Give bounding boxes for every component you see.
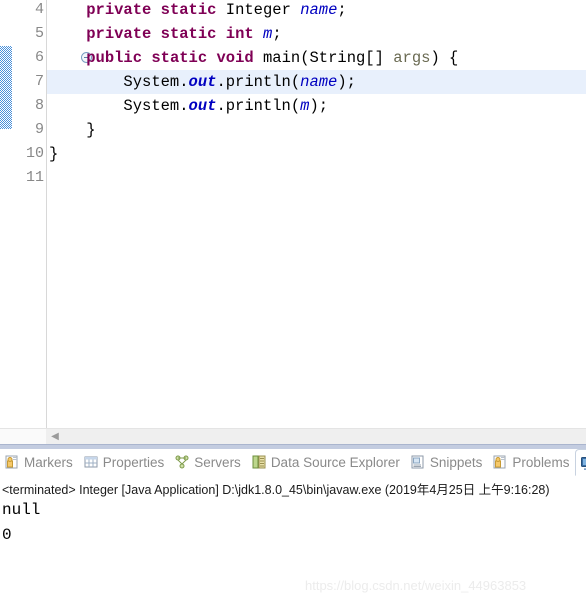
code-token: ); [337, 73, 356, 91]
tab-data-source-explorer[interactable]: Data Source Explorer [247, 449, 406, 476]
code-token: args [393, 49, 431, 67]
servers-icon [174, 452, 190, 469]
code-line[interactable] [47, 166, 586, 190]
scrollbar-corner [0, 429, 46, 445]
code-token: ; [337, 1, 347, 19]
code-line[interactable]: } [47, 118, 586, 142]
snippets-icon [410, 452, 426, 469]
line-number: 4 [34, 1, 44, 18]
code-token: m [263, 25, 273, 43]
code-token: name [300, 1, 338, 19]
console-icon [580, 453, 586, 470]
code-token: private [86, 1, 152, 19]
code-token: .println( [216, 73, 301, 91]
tab-co[interactable]: Co [575, 449, 586, 476]
code-token: ) { [430, 49, 459, 67]
code-token: Integer [216, 1, 301, 19]
tab-label: Snippets [429, 455, 483, 470]
editor-horizontal-scrollbar[interactable]: ◀ [0, 428, 586, 445]
code-token: ; [272, 25, 282, 43]
scrollbar-track[interactable] [46, 429, 586, 445]
code-token: } [49, 121, 96, 139]
tab-problems[interactable]: Problems [488, 449, 575, 476]
code-token: ); [309, 97, 329, 115]
line-number: 9 [34, 121, 44, 138]
console-output-text: null 0 [2, 501, 41, 544]
line-number: 11 [25, 169, 44, 186]
code-token: main(String[] [253, 49, 394, 67]
tab-label: Servers [194, 455, 241, 470]
problems-icon [492, 452, 508, 469]
line-number: 8 [34, 97, 44, 114]
line-number: 5 [34, 25, 44, 42]
code-text-area[interactable]: private static Integer name; private sta… [47, 0, 586, 428]
code-token: static [160, 1, 217, 19]
tab-markers[interactable]: Markers [0, 449, 79, 476]
code-token: public [86, 49, 143, 67]
occurrence-marker [0, 46, 12, 129]
code-token: void [216, 49, 254, 67]
properties-icon [83, 452, 99, 468]
code-line[interactable]: private static Integer name; [47, 0, 586, 22]
code-editor[interactable]: 4 5 6 7 8 9 10 11 private static Integer name; … [0, 0, 586, 428]
code-token: out [188, 97, 217, 115]
view-tab-bar[interactable]: Markers Properties Servers Data Source Expl… [0, 449, 586, 477]
code-token: private [86, 25, 152, 43]
code-line[interactable]: public static void main(String[] args) { [47, 46, 586, 70]
data-source-explorer-icon [251, 452, 267, 469]
console-launch-header: <terminated> Integer [Java Application] … [2, 483, 550, 497]
code-token: static [151, 49, 208, 67]
code-token: System. [49, 97, 189, 115]
code-token: .println( [216, 97, 301, 115]
code-token: System. [49, 73, 189, 91]
code-line[interactable]: private static int m; [47, 22, 586, 46]
code-token: out [188, 73, 217, 91]
tab-properties[interactable]: Properties [79, 449, 171, 476]
code-token: static [160, 25, 217, 43]
code-token: } [49, 145, 59, 163]
tab-snippets[interactable]: Snippets [406, 449, 489, 476]
tab-label: Properties [102, 455, 165, 470]
tab-servers[interactable]: Servers [170, 449, 247, 476]
watermark-text: https://blog.csdn.net/weixin_44963853 [305, 578, 527, 593]
line-number: 7 [34, 73, 44, 90]
line-number: 10 [25, 145, 44, 162]
code-line[interactable]: System.out.println(m); [47, 94, 586, 118]
code-line[interactable]: System.out.println(name); [47, 70, 586, 94]
scroll-left-icon[interactable]: ◀ [48, 429, 62, 445]
code-line[interactable]: } [47, 142, 586, 166]
code-token: name [300, 73, 338, 91]
tab-label: Problems [512, 455, 570, 470]
markers-icon [4, 452, 20, 469]
line-number: 6 [34, 49, 44, 66]
line-number-gutter: 4 5 6 7 8 9 10 11 [12, 0, 47, 428]
code-token: int [225, 25, 254, 43]
tab-label: Markers [24, 455, 73, 470]
tab-label: Data Source Explorer [270, 455, 400, 470]
